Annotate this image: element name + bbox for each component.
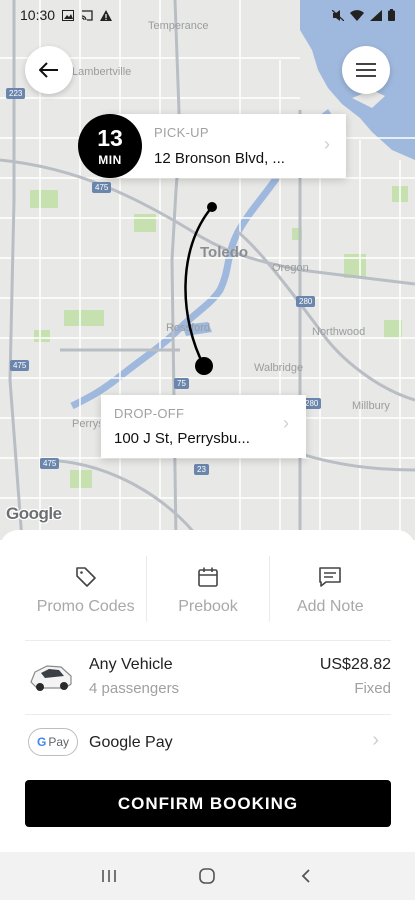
home-button[interactable] xyxy=(187,861,227,891)
eta-unit: MIN xyxy=(98,152,122,167)
chevron-right-icon: › xyxy=(283,413,289,433)
eta-value: 13 xyxy=(97,124,123,151)
fare-price: US$28.82 xyxy=(319,656,391,673)
wifi-icon xyxy=(350,9,364,21)
google-logo: Google xyxy=(6,504,62,523)
fare-type: Fixed xyxy=(354,680,391,697)
add-note-button[interactable]: Add Note xyxy=(270,556,391,622)
dropoff-marker xyxy=(195,357,213,375)
booking-actions: Promo Codes Prebook Add Note xyxy=(25,556,391,622)
back-button[interactable] xyxy=(25,46,73,94)
chevron-left-icon xyxy=(301,869,310,883)
booking-sheet: Promo Codes Prebook Add Note Any Vehicle xyxy=(0,530,415,852)
car-icon xyxy=(30,665,72,691)
prebook-label: Prebook xyxy=(178,598,238,615)
promo-codes-label: Promo Codes xyxy=(36,598,135,615)
image-icon xyxy=(62,9,75,21)
calendar-icon xyxy=(198,567,218,587)
pickup-kicker: PICK-UP xyxy=(154,125,209,140)
eta-badge: 13 MIN xyxy=(78,114,142,178)
divider xyxy=(25,714,391,715)
system-back-button[interactable] xyxy=(286,861,326,891)
cast-icon xyxy=(81,9,93,21)
dropoff-address: 100 J St, Perrysbu... xyxy=(114,430,250,447)
recent-apps-icon xyxy=(102,870,116,882)
divider xyxy=(25,640,391,641)
chevron-right-icon: › xyxy=(324,134,330,154)
warning-icon xyxy=(100,9,113,21)
add-note-label: Add Note xyxy=(296,598,364,615)
dropoff-card[interactable]: DROP-OFF 100 J St, Perrysbu... › xyxy=(101,395,306,458)
vehicle-selector[interactable]: Any Vehicle 4 passengers US$28.82 Fixed xyxy=(25,642,391,712)
pickup-address: 12 Bronson Blvd, ... xyxy=(154,150,285,167)
signal-icon xyxy=(370,9,382,21)
pickup-marker xyxy=(207,202,217,212)
vehicle-name: Any Vehicle xyxy=(89,656,173,673)
prebook-button[interactable]: Prebook xyxy=(147,556,268,622)
menu-button[interactable] xyxy=(342,46,390,94)
recent-apps-button[interactable] xyxy=(89,861,129,891)
status-time: 10:30 xyxy=(20,7,56,23)
tag-icon xyxy=(75,567,96,587)
hamburger-menu-icon xyxy=(356,63,376,77)
confirm-booking-button[interactable]: CONFIRM BOOKING xyxy=(25,780,391,827)
mute-icon xyxy=(332,9,344,21)
system-navigation-bar xyxy=(0,852,415,900)
battery-icon xyxy=(388,9,395,21)
payment-method-selector[interactable]: G Pay Google Pay › xyxy=(25,726,391,760)
google-pay-logo: G Pay xyxy=(28,728,78,756)
promo-codes-button[interactable]: Promo Codes xyxy=(25,556,146,622)
status-bar: 10:30 xyxy=(0,0,415,30)
vehicle-passengers: 4 passengers xyxy=(89,680,180,697)
note-icon xyxy=(319,567,342,587)
home-icon xyxy=(199,868,216,884)
dropoff-kicker: DROP-OFF xyxy=(114,406,185,421)
arrow-left-icon xyxy=(39,62,58,78)
payment-method-name: Google Pay xyxy=(89,734,173,751)
chevron-right-icon: › xyxy=(372,729,379,751)
